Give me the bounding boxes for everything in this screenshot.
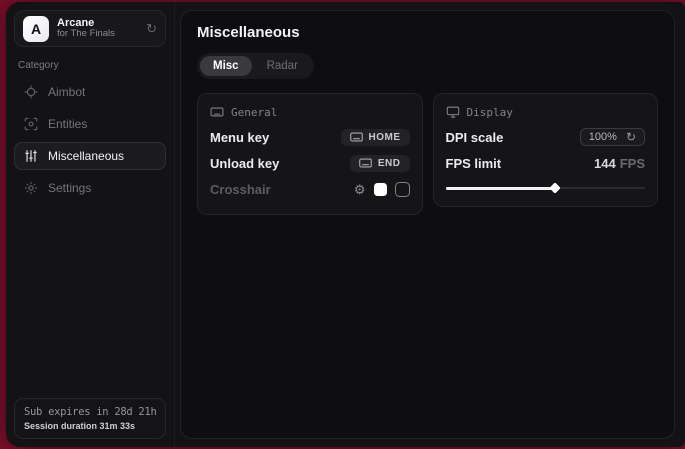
history-icon[interactable]: ↻ <box>146 22 157 35</box>
crosshair-settings-gear-icon[interactable]: ⚙ <box>354 183 366 196</box>
app-subtitle: for The Finals <box>57 29 138 40</box>
category-label: Category <box>18 60 162 71</box>
fps-limit-slider[interactable] <box>446 182 646 194</box>
fps-limit-value: 144 FPS <box>594 156 645 171</box>
menu-key-value: HOME <box>369 132 401 143</box>
unload-key-value: END <box>378 158 401 169</box>
fps-limit-label: FPS limit <box>446 156 502 171</box>
crosshair-label: Crosshair <box>210 182 271 197</box>
reset-icon[interactable]: ↻ <box>626 131 636 143</box>
slider-handle[interactable] <box>550 182 561 193</box>
general-card: General Menu key HOME Unload key <box>197 93 423 215</box>
fps-unit: FPS <box>620 156 645 171</box>
crosshair-color-swatch[interactable] <box>374 183 387 196</box>
sub-expires-text: Sub expires in 28d 21h <box>24 406 156 418</box>
slider-fill <box>446 187 556 190</box>
session-duration-text: Session duration 31m 33s <box>24 421 156 431</box>
app-logo: A <box>23 16 49 42</box>
scan-icon <box>24 117 38 131</box>
general-card-title: General <box>231 106 277 119</box>
sliders-icon <box>24 149 38 163</box>
dpi-scale-row: DPI scale 100% ↻ <box>446 124 646 150</box>
keyboard-icon <box>350 132 363 142</box>
tab-radar[interactable]: Radar <box>254 56 311 76</box>
dpi-scale-select[interactable]: 100% ↻ <box>580 128 645 146</box>
crosshair-checkbox[interactable] <box>395 182 410 197</box>
dpi-scale-label: DPI scale <box>446 130 504 145</box>
crosshair-controls: ⚙ <box>354 182 410 197</box>
fps-number: 144 <box>594 156 616 171</box>
menu-key-label: Menu key <box>210 130 269 145</box>
app-window: A Arcane for The Finals ↻ Category Aimbo… <box>6 2 685 447</box>
unload-key-button[interactable]: END <box>350 155 410 172</box>
unload-key-row: Unload key END <box>210 150 410 176</box>
main-panel: Miscellaneous Misc Radar General <box>180 10 675 439</box>
sidebar: A Arcane for The Finals ↻ Category Aimbo… <box>6 2 175 447</box>
sidebar-spacer <box>14 204 166 398</box>
display-card-title: Display <box>467 106 513 119</box>
sidebar-item-settings[interactable]: Settings <box>14 174 166 202</box>
general-card-header: General <box>210 105 410 119</box>
fps-limit-row: FPS limit 144 FPS <box>446 150 646 176</box>
crosshair-row: Crosshair ⚙ <box>210 176 410 202</box>
unload-key-label: Unload key <box>210 156 279 171</box>
sidebar-item-label: Miscellaneous <box>48 149 124 163</box>
session-card: Sub expires in 28d 21h Session duration … <box>14 398 166 439</box>
display-card-header: Display <box>446 105 646 119</box>
tab-misc[interactable]: Misc <box>200 56 252 76</box>
dpi-scale-value: 100% <box>589 131 617 143</box>
tab-bar: Misc Radar <box>197 53 314 79</box>
gear-icon <box>24 181 38 195</box>
sidebar-header: A Arcane for The Finals ↻ <box>14 10 166 47</box>
sidebar-item-label: Settings <box>48 181 91 195</box>
sidebar-item-entities[interactable]: Entities <box>14 110 166 138</box>
app-titles: Arcane for The Finals <box>57 17 138 41</box>
monitor-icon <box>446 105 460 119</box>
sidebar-item-label: Aimbot <box>48 85 85 99</box>
keyboard-icon <box>210 105 224 119</box>
menu-key-row: Menu key HOME <box>210 124 410 150</box>
sidebar-item-label: Entities <box>48 117 87 131</box>
sidebar-item-aimbot[interactable]: Aimbot <box>14 78 166 106</box>
keyboard-icon <box>359 158 372 168</box>
sidebar-item-miscellaneous[interactable]: Miscellaneous <box>14 142 166 170</box>
menu-key-button[interactable]: HOME <box>341 129 410 146</box>
crosshair-icon <box>24 85 38 99</box>
display-card: Display DPI scale 100% ↻ FPS limit 144 F… <box>433 93 659 207</box>
cards-row: General Menu key HOME Unload key <box>197 93 658 215</box>
page-title: Miscellaneous <box>197 24 658 41</box>
